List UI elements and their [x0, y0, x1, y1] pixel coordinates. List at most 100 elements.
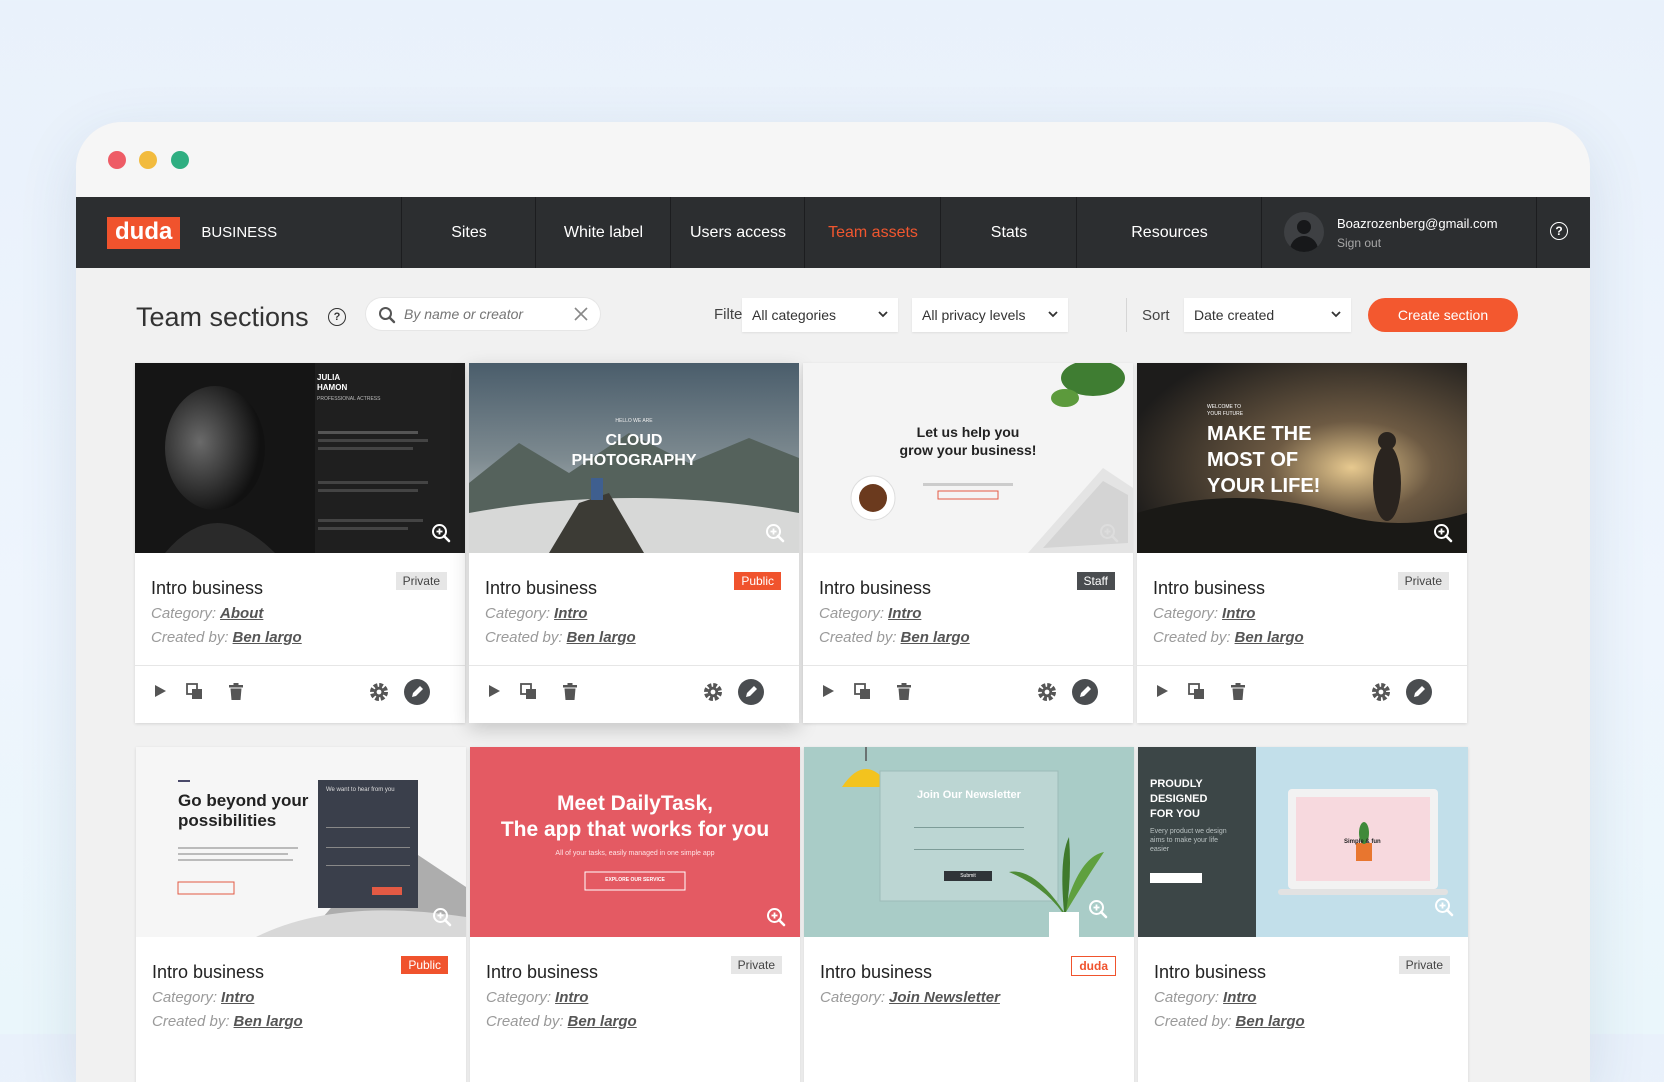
zoom-in-icon[interactable]: [1088, 899, 1108, 919]
maximize-window-dot[interactable]: [171, 151, 189, 169]
gear-icon[interactable]: [1036, 681, 1058, 703]
section-card[interactable]: Go beyond your possibilities We want to …: [136, 747, 466, 1082]
duda-logo[interactable]: duda: [107, 216, 181, 249]
section-thumbnail[interactable]: Meet DailyTask, The app that works for y…: [470, 747, 800, 937]
creator-link[interactable]: Ben largo: [567, 629, 636, 646]
sections-toolbar: Team sections ? Filter All categories Al…: [76, 268, 1590, 348]
page-title: Team sections: [136, 302, 309, 332]
minimize-window-dot[interactable]: [139, 151, 157, 169]
section-thumbnail[interactable]: PROUDLY DESIGNED FOR YOU Every product w…: [1138, 747, 1468, 937]
category-link[interactable]: Intro: [555, 989, 588, 1006]
thumbnail-form-image: [136, 747, 466, 937]
zoom-in-icon[interactable]: [1433, 523, 1453, 543]
section-thumbnail[interactable]: Join Our Newsletter Submit: [804, 747, 1134, 937]
zoom-in-icon[interactable]: [432, 907, 452, 927]
edit-icon[interactable]: [1405, 678, 1433, 706]
play-icon[interactable]: [1155, 683, 1169, 699]
edit-icon[interactable]: [1071, 678, 1099, 706]
sort-select[interactable]: Date created: [1184, 298, 1351, 332]
sign-out-link[interactable]: Sign out: [1337, 236, 1381, 250]
search-input[interactable]: [402, 305, 576, 323]
creator-link[interactable]: Ben largo: [234, 1013, 303, 1030]
user-email: Boazrozenberg@gmail.com: [1337, 216, 1498, 231]
section-card[interactable]: JULIA HAMON PROFESSIONAL ACTRESS Intro b…: [135, 363, 465, 723]
close-window-dot[interactable]: [108, 151, 126, 169]
gear-icon[interactable]: [368, 681, 390, 703]
privacy-badge: Public: [734, 572, 781, 590]
creator-link[interactable]: Ben largo: [901, 629, 970, 646]
zoom-in-icon[interactable]: [431, 523, 451, 543]
nav-stats[interactable]: Stats: [940, 197, 1077, 268]
zoom-in-icon[interactable]: [1434, 897, 1454, 917]
play-icon[interactable]: [821, 683, 835, 699]
nav-sites[interactable]: Sites: [401, 197, 536, 268]
duplicate-icon[interactable]: [520, 683, 538, 701]
category-link[interactable]: Intro: [1223, 989, 1256, 1006]
thumbnail-subheading: All of your tasks, easily managed in one…: [555, 850, 715, 857]
creator-link[interactable]: Ben largo: [1235, 629, 1304, 646]
section-card[interactable]: HELLO WE ARE CLOUD PHOTOGRAPHY Intro bus…: [469, 363, 799, 723]
gear-icon[interactable]: [1370, 681, 1392, 703]
thumbnail-heading: PROUDLY DESIGNED FOR YOU: [1150, 778, 1208, 820]
trash-icon[interactable]: [228, 683, 244, 701]
creator-link[interactable]: Ben largo: [233, 629, 302, 646]
create-section-button[interactable]: Create section: [1368, 298, 1518, 332]
section-thumbnail[interactable]: Go beyond your possibilities We want to …: [136, 747, 466, 937]
browser-window: duda BUSINESS Sites White label Users ac…: [76, 122, 1590, 1082]
card-creator: Created by: Ben largo: [1153, 629, 1304, 646]
card-title: Intro business: [151, 578, 264, 598]
category-link[interactable]: About: [220, 605, 263, 622]
nav-users-access[interactable]: Users access: [670, 197, 805, 268]
duplicate-icon[interactable]: [854, 683, 872, 701]
toolbar-divider: [1126, 298, 1127, 332]
privacy-badge: Private: [395, 572, 447, 590]
category-link[interactable]: Intro: [1222, 605, 1255, 622]
duplicate-icon[interactable]: [1188, 683, 1206, 701]
trash-icon[interactable]: [562, 683, 578, 701]
category-filter-select[interactable]: All categories: [742, 298, 898, 332]
zoom-in-icon[interactable]: [765, 523, 785, 543]
section-card[interactable]: Meet DailyTask, The app that works for y…: [470, 747, 800, 1082]
thumbnail-kicker: HELLO WE ARE: [615, 418, 653, 424]
chevron-down-icon: [878, 311, 888, 318]
help-icon[interactable]: ?: [1550, 222, 1568, 240]
logo-area[interactable]: duda BUSINESS: [76, 197, 401, 268]
creator-link[interactable]: Ben largo: [1236, 1013, 1305, 1030]
user-menu[interactable]: Boazrozenberg@gmail.com Sign out: [1261, 197, 1537, 268]
zoom-in-icon[interactable]: [766, 907, 786, 927]
section-thumbnail[interactable]: Let us help you grow your business!: [803, 363, 1133, 553]
category-link[interactable]: Intro: [554, 605, 587, 622]
duda-badge: duda: [1071, 956, 1116, 976]
section-card[interactable]: Let us help you grow your business! Intr…: [803, 363, 1133, 723]
category-link[interactable]: Intro: [221, 989, 254, 1006]
thumbnail-subheading: Every product we design aims to make you…: [1150, 828, 1227, 853]
title-help-icon[interactable]: ?: [328, 308, 346, 326]
section-thumbnail[interactable]: HELLO WE ARE CLOUD PHOTOGRAPHY: [469, 363, 799, 553]
gear-icon[interactable]: [702, 681, 724, 703]
trash-icon[interactable]: [1230, 683, 1246, 701]
category-link[interactable]: Join Newsletter: [889, 989, 1000, 1006]
section-card[interactable]: PROUDLY DESIGNED FOR YOU Every product w…: [1138, 747, 1468, 1082]
nav-resources[interactable]: Resources: [1076, 197, 1262, 268]
creator-link[interactable]: Ben largo: [568, 1013, 637, 1030]
trash-icon[interactable]: [896, 683, 912, 701]
play-icon[interactable]: [153, 683, 167, 699]
category-link[interactable]: Intro: [888, 605, 921, 622]
play-icon[interactable]: [487, 683, 501, 699]
section-thumbnail[interactable]: JULIA HAMON PROFESSIONAL ACTRESS: [135, 363, 465, 553]
nav-white-label[interactable]: White label: [535, 197, 671, 268]
card-category: Category: Join Newsletter: [820, 989, 1000, 1006]
card-category: Category: Intro: [1154, 989, 1257, 1006]
search-box[interactable]: [366, 298, 600, 330]
edit-icon[interactable]: [403, 678, 431, 706]
window-titlebar: [76, 122, 1590, 197]
clear-search-icon[interactable]: [574, 307, 588, 321]
privacy-filter-select[interactable]: All privacy levels: [912, 298, 1068, 332]
section-card[interactable]: Join Our Newsletter Submit Intro busines…: [804, 747, 1134, 1082]
edit-icon[interactable]: [737, 678, 765, 706]
section-thumbnail[interactable]: WELCOME TO YOUR FUTURE MAKE THE MOST OF …: [1137, 363, 1467, 553]
section-card[interactable]: WELCOME TO YOUR FUTURE MAKE THE MOST OF …: [1137, 363, 1467, 723]
nav-team-assets[interactable]: Team assets: [804, 197, 941, 268]
zoom-in-icon[interactable]: [1099, 523, 1119, 543]
duplicate-icon[interactable]: [186, 683, 204, 701]
